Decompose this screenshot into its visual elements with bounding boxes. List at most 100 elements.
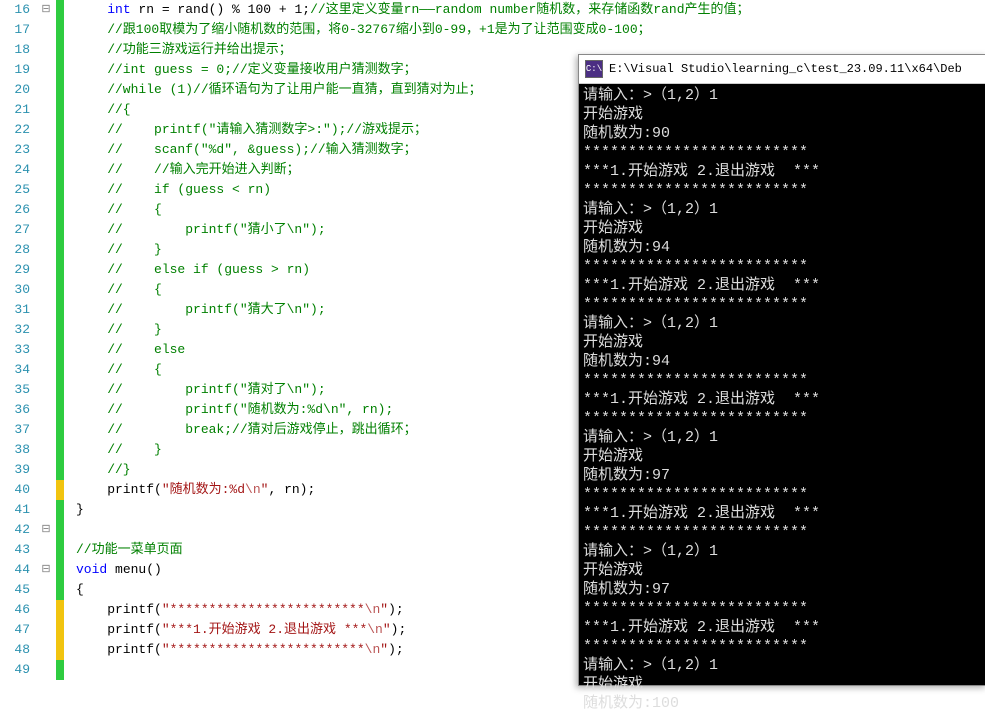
- fold-toggle: [36, 400, 56, 420]
- line-number: 44: [0, 560, 30, 580]
- code-line[interactable]: int rn = rand() % 100 + 1;//这里定义变量rn——ra…: [76, 0, 985, 20]
- console-line: 请输入：>（1,2）1: [583, 428, 982, 447]
- fold-toggle: [36, 420, 56, 440]
- line-number: 27: [0, 220, 30, 240]
- fold-toggle: [36, 200, 56, 220]
- fold-toggle: [36, 660, 56, 680]
- line-number: 39: [0, 460, 30, 480]
- console-line: 随机数为:100: [583, 694, 982, 713]
- console-line: 随机数为:97: [583, 580, 982, 599]
- console-line: ***1.开始游戏 2.退出游戏 ***: [583, 390, 982, 409]
- change-marker: [56, 300, 64, 320]
- line-number: 33: [0, 340, 30, 360]
- fold-toggle[interactable]: ⊟: [36, 560, 56, 580]
- line-number: 42: [0, 520, 30, 540]
- change-marker: [56, 120, 64, 140]
- fold-toggle: [36, 340, 56, 360]
- line-number: 24: [0, 160, 30, 180]
- change-marker: [56, 40, 64, 60]
- line-number: 31: [0, 300, 30, 320]
- line-number: 38: [0, 440, 30, 460]
- fold-toggle[interactable]: ⊟: [36, 0, 56, 20]
- change-marker: [56, 140, 64, 160]
- console-line: *************************: [583, 599, 982, 618]
- console-line: ***1.开始游戏 2.退出游戏 ***: [583, 276, 982, 295]
- line-number: 21: [0, 100, 30, 120]
- fold-toggle: [36, 300, 56, 320]
- console-line: *************************: [583, 371, 982, 390]
- console-line: 开始游戏: [583, 105, 982, 124]
- line-number: 43: [0, 540, 30, 560]
- fold-toggle: [36, 320, 56, 340]
- line-number: 40: [0, 480, 30, 500]
- console-line: 开始游戏: [583, 675, 982, 694]
- line-number: 26: [0, 200, 30, 220]
- console-window[interactable]: C:\ E:\Visual Studio\learning_c\test_23.…: [578, 54, 985, 686]
- fold-toggle: [36, 180, 56, 200]
- change-marker: [56, 520, 64, 540]
- line-number: 37: [0, 420, 30, 440]
- console-title-text: E:\Visual Studio\learning_c\test_23.09.1…: [609, 62, 962, 76]
- fold-gutter[interactable]: ⊟ ⊟ ⊟: [36, 0, 56, 684]
- fold-toggle: [36, 140, 56, 160]
- change-marker: [56, 660, 64, 680]
- fold-toggle: [36, 20, 56, 40]
- fold-toggle[interactable]: ⊟: [36, 520, 56, 540]
- change-marker: [56, 380, 64, 400]
- change-marker: [56, 620, 64, 640]
- fold-toggle: [36, 540, 56, 560]
- fold-toggle: [36, 440, 56, 460]
- console-line: ***1.开始游戏 2.退出游戏 ***: [583, 504, 982, 523]
- fold-toggle: [36, 480, 56, 500]
- console-line: ***1.开始游戏 2.退出游戏 ***: [583, 618, 982, 637]
- fold-toggle: [36, 80, 56, 100]
- change-marker: [56, 580, 64, 600]
- console-line: 请输入：>（1,2）1: [583, 542, 982, 561]
- change-marker: [56, 60, 64, 80]
- console-line: *************************: [583, 257, 982, 276]
- fold-toggle: [36, 360, 56, 380]
- change-marker: [56, 160, 64, 180]
- console-line: *************************: [583, 181, 982, 200]
- console-output[interactable]: 请输入：>（1,2）1开始游戏随机数为:90******************…: [579, 84, 985, 715]
- fold-toggle: [36, 100, 56, 120]
- fold-toggle: [36, 240, 56, 260]
- console-line: 请输入：>（1,2）1: [583, 86, 982, 105]
- console-line: 开始游戏: [583, 219, 982, 238]
- console-titlebar[interactable]: C:\ E:\Visual Studio\learning_c\test_23.…: [579, 55, 985, 84]
- fold-toggle: [36, 620, 56, 640]
- change-marker: [56, 240, 64, 260]
- line-number: 45: [0, 580, 30, 600]
- code-line[interactable]: //跟100取模为了缩小随机数的范围，将0-32767缩小到0-99，+1是为了…: [76, 20, 985, 40]
- fold-toggle: [36, 160, 56, 180]
- line-number: 25: [0, 180, 30, 200]
- console-line: 开始游戏: [583, 561, 982, 580]
- console-line: 随机数为:94: [583, 352, 982, 371]
- console-line: *************************: [583, 409, 982, 428]
- change-marker: [56, 0, 64, 20]
- change-marker-gutter: [56, 0, 64, 684]
- console-line: ***1.开始游戏 2.退出游戏 ***: [583, 162, 982, 181]
- change-marker: [56, 100, 64, 120]
- line-number: 49: [0, 660, 30, 680]
- line-number: 41: [0, 500, 30, 520]
- console-line: *************************: [583, 523, 982, 542]
- line-number: 18: [0, 40, 30, 60]
- line-number: 29: [0, 260, 30, 280]
- fold-toggle: [36, 460, 56, 480]
- change-marker: [56, 260, 64, 280]
- line-number: 20: [0, 80, 30, 100]
- fold-toggle: [36, 640, 56, 660]
- change-marker: [56, 560, 64, 580]
- console-line: 请输入：>（1,2）1: [583, 656, 982, 675]
- change-marker: [56, 180, 64, 200]
- line-number: 16: [0, 0, 30, 20]
- fold-toggle: [36, 580, 56, 600]
- line-number: 36: [0, 400, 30, 420]
- fold-toggle: [36, 600, 56, 620]
- change-marker: [56, 640, 64, 660]
- change-marker: [56, 420, 64, 440]
- fold-toggle: [36, 500, 56, 520]
- change-marker: [56, 540, 64, 560]
- line-number: 46: [0, 600, 30, 620]
